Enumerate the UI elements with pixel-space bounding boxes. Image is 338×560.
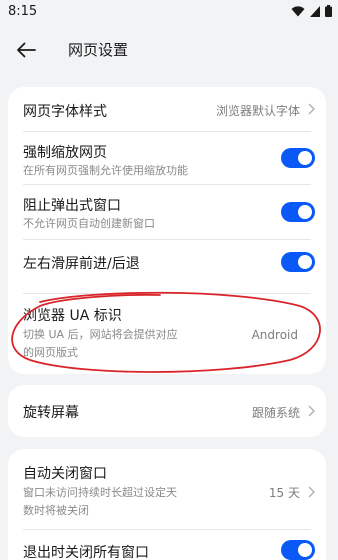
block-popups-subtitle: 不允许网页自动创建新窗口 (23, 217, 155, 230)
auto-close-title: 自动关闭窗口 (23, 466, 107, 482)
chevron-right-icon (308, 405, 315, 417)
user-agent-value: Android (251, 328, 298, 342)
chevron-right-icon (308, 103, 315, 115)
block-popups-title: 阻止弹出式窗口 (23, 198, 121, 214)
swipe-nav-toggle[interactable] (281, 252, 315, 272)
app-bar: 网页设置 (0, 28, 338, 72)
toggle-knob (298, 255, 312, 269)
rotate-row[interactable]: 旋转屏幕 跟随系统 (8, 385, 326, 437)
battery-icon (325, 5, 332, 17)
back-button[interactable] (10, 34, 42, 66)
page-title: 网页设置 (68, 41, 129, 59)
font-style-title: 网页字体样式 (23, 104, 107, 120)
close-all-on-exit-toggle[interactable] (281, 540, 315, 560)
toggle-knob (298, 151, 312, 165)
status-time: 8:15 (8, 4, 38, 19)
force-zoom-row: 强制缩放网页 在所有网页强制允许使用缩放功能 (8, 132, 326, 184)
block-popups-row: 阻止弹出式窗口 不允许网页自动创建新窗口 (8, 185, 326, 239)
user-agent-title: 浏览器 UA 标识 (23, 308, 122, 324)
toggle-knob (298, 543, 312, 557)
force-zoom-subtitle: 在所有网页强制允许使用缩放功能 (23, 164, 188, 177)
force-zoom-toggle[interactable] (281, 148, 315, 168)
wifi-icon (291, 5, 305, 16)
swipe-nav-row: 左右滑屏前进/后退 (8, 240, 326, 283)
swipe-nav-title: 左右滑屏前进/后退 (23, 256, 140, 272)
user-agent-subtitle-line2: 的网页版式 (23, 346, 78, 359)
settings-card-general: 网页字体样式 浏览器默认字体 强制缩放网页 在所有网页强制允许使用缩放功能 阻止… (8, 87, 326, 374)
close-all-on-exit-row: 退出时关闭所有窗口 (8, 530, 326, 560)
settings-card-windows: 自动关闭窗口 窗口未访问持续时长超过设定天 数时将被关闭 15 天 退出时关闭所… (8, 449, 326, 560)
user-agent-row[interactable]: 浏览器 UA 标识 切换 UA 后，网站将会提供对应 的网页版式 Android (8, 294, 326, 374)
force-zoom-title: 强制缩放网页 (23, 145, 107, 161)
settings-card-rotation: 旋转屏幕 跟随系统 (8, 385, 326, 437)
font-style-value: 浏览器默认字体 (215, 104, 300, 118)
auto-close-value: 15 天 (268, 486, 300, 500)
auto-close-subtitle-line2: 数时将被关闭 (23, 504, 89, 517)
auto-close-subtitle-line1: 窗口未访问持续时长超过设定天 (23, 486, 177, 499)
font-style-row[interactable]: 网页字体样式 浏览器默认字体 (8, 87, 326, 131)
close-all-on-exit-title: 退出时关闭所有窗口 (23, 545, 149, 560)
toggle-knob (298, 205, 312, 219)
rotate-value: 跟随系统 (251, 406, 300, 420)
arrow-left-icon (17, 42, 36, 58)
auto-close-row[interactable]: 自动关闭窗口 窗口未访问持续时长超过设定天 数时将被关闭 15 天 (8, 449, 326, 527)
status-bar: 8:15 (0, 0, 338, 24)
rotate-title: 旋转屏幕 (23, 405, 79, 421)
status-icons (291, 5, 332, 17)
cellular-signal-icon (310, 5, 320, 17)
chevron-right-icon (308, 486, 315, 498)
user-agent-subtitle-line1: 切换 UA 后，网站将会提供对应 (23, 328, 178, 341)
block-popups-toggle[interactable] (281, 202, 315, 222)
